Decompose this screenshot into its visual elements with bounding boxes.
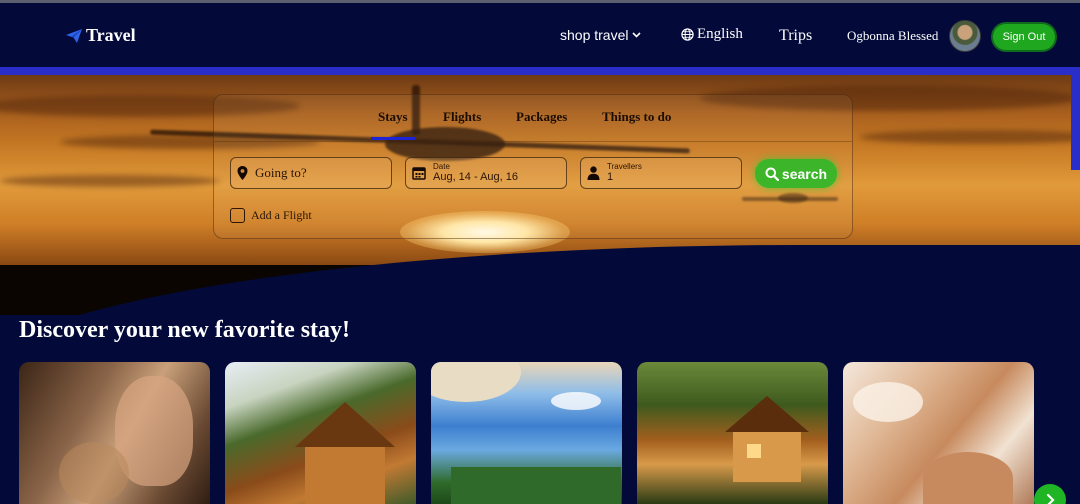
tab-packages[interactable]: Packages	[516, 109, 567, 125]
page-scrollbar[interactable]	[1071, 75, 1080, 170]
search-button-label: search	[781, 165, 828, 182]
travellers-stack: Travellers 1	[607, 163, 642, 183]
checkbox-box[interactable]	[230, 208, 245, 223]
site-logo[interactable]: Travel	[66, 25, 136, 46]
date-field[interactable]: Date Aug, 14 - Aug, 16	[405, 157, 567, 189]
language-label: English	[697, 26, 743, 42]
avatar[interactable]	[949, 20, 981, 52]
card-photo-detail	[551, 392, 601, 410]
shop-travel-label: shop travel	[560, 27, 629, 43]
globe-icon	[681, 28, 694, 41]
travellers-label: Travellers	[607, 162, 642, 171]
shop-travel-dropdown[interactable]: shop travel	[560, 27, 642, 43]
tab-flights[interactable]: Flights	[443, 109, 481, 125]
tab-stays[interactable]: Stays	[378, 109, 408, 125]
map-pin-icon	[237, 166, 248, 180]
sign-out-button[interactable]: Sign Out	[993, 24, 1055, 50]
card-photo-detail	[305, 447, 385, 504]
language-selector[interactable]: English	[681, 26, 743, 43]
card-photo-detail	[923, 452, 1013, 504]
stay-card[interactable]	[843, 362, 1034, 504]
card-photo-detail	[451, 467, 621, 504]
date-value: Aug, 14 - Aug, 16	[433, 171, 519, 183]
stay-card[interactable]	[637, 362, 828, 504]
search-panel: Stays Flights Packages Things to do Goin…	[213, 94, 853, 239]
user-name: Ogbonna Blessed	[847, 28, 939, 43]
date-stack: Date Aug, 14 - Aug, 16	[433, 163, 518, 183]
add-flight-checkbox[interactable]: Add a Flight	[230, 208, 312, 223]
chevron-right-icon	[1046, 494, 1055, 504]
card-photo-detail	[853, 382, 923, 422]
site-header: Travel shop travel English Trips Ogbonna…	[0, 3, 1080, 67]
tab-things-to-do[interactable]: Things to do	[602, 109, 671, 125]
magnifier-icon	[765, 167, 779, 181]
card-photo-detail	[59, 442, 129, 504]
card-photo-detail	[733, 432, 801, 482]
chevron-down-icon	[632, 32, 642, 38]
travellers-field[interactable]: Travellers 1	[580, 157, 742, 189]
stay-card[interactable]	[225, 362, 416, 504]
calendar-icon	[412, 167, 426, 180]
hero-top-bar	[0, 67, 1080, 75]
destination-placeholder: Going to?	[255, 165, 307, 180]
search-tabs: Stays Flights Packages Things to do	[214, 95, 852, 141]
stay-card[interactable]	[431, 362, 622, 504]
panel-divider	[214, 141, 852, 142]
paper-plane-icon	[66, 28, 82, 43]
date-label: Date	[433, 162, 450, 171]
add-flight-label: Add a Flight	[251, 208, 312, 222]
hero-cloud	[860, 130, 1080, 144]
carousel-next-button[interactable]	[1034, 484, 1066, 504]
card-photo-detail	[295, 402, 395, 447]
card-photo-detail	[747, 444, 761, 458]
destination-field[interactable]: Going to?	[230, 157, 392, 189]
trips-link[interactable]: Trips	[779, 27, 812, 45]
card-photo-detail	[431, 362, 521, 402]
card-photo-detail	[725, 396, 809, 432]
active-tab-indicator	[371, 137, 415, 140]
hero-cloud	[0, 175, 220, 187]
person-icon	[587, 166, 600, 180]
travellers-value: 1	[607, 171, 614, 183]
stay-card[interactable]	[19, 362, 210, 504]
logo-text: Travel	[86, 25, 136, 45]
discover-heading: Discover your new favorite stay!	[19, 317, 351, 343]
search-button[interactable]: search	[755, 159, 837, 188]
